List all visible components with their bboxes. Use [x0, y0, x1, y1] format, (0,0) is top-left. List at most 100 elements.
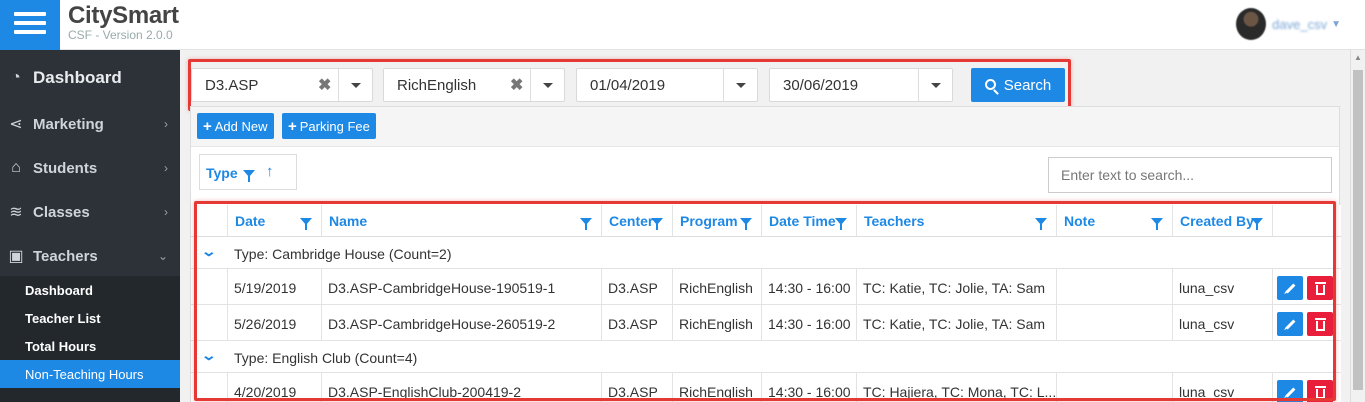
app-version: CSF - Version 2.0.0 [68, 28, 173, 42]
filter-icon[interactable] [1035, 218, 1047, 230]
trash-icon [1314, 385, 1326, 399]
sidebar-item-students[interactable]: ⌂ Students › [0, 146, 180, 190]
edit-button[interactable] [1277, 312, 1303, 336]
filter-icon[interactable] [1251, 218, 1263, 230]
from-date-picker[interactable]: 01/04/2019 [576, 68, 758, 102]
graduation-cap-icon: ⌂ [11, 159, 21, 176]
sidebar-item-marketing[interactable]: ⋖ Marketing › [0, 102, 180, 146]
sidebar: ◔ Dashboard ⋖ Marketing › ⌂ Students › ≋… [0, 50, 180, 402]
sidebar-item-dashboard[interactable]: ◔ Dashboard [0, 56, 180, 100]
cell-teachers: TC: Katie, TC: Jolie, TA: Sam [856, 305, 1056, 341]
cell-program: RichEnglish [672, 269, 761, 305]
avatar[interactable] [1236, 8, 1267, 40]
filter-icon[interactable] [835, 218, 847, 230]
hamburger-line [14, 21, 46, 25]
clear-icon[interactable]: ✖ [318, 75, 331, 95]
filter-icon[interactable] [300, 218, 312, 230]
user-menu[interactable]: dave_csv ▼ [1236, 8, 1341, 40]
trash-icon [1314, 317, 1326, 331]
column-header-note[interactable]: Note [1056, 205, 1172, 237]
dropdown-toggle[interactable] [530, 69, 564, 101]
to-date-value: 30/06/2019 [783, 77, 859, 94]
chevron-down-icon[interactable]: ▼ [1331, 19, 1341, 30]
program-select-value: RichEnglish [397, 77, 477, 94]
group-by-panel[interactable]: Type ↑ [199, 154, 297, 190]
table-row[interactable]: 5/26/2019 D3.ASP-CambridgeHouse-260519-2… [191, 305, 1341, 341]
group-label: Type: Cambridge House (Count=2) [234, 246, 452, 262]
sidebar-item-label: Dashboard [33, 68, 122, 87]
filter-icon[interactable] [243, 170, 255, 182]
hamburger-menu-button[interactable] [0, 0, 60, 50]
from-date-value: 01/04/2019 [590, 77, 666, 94]
column-header-datetime[interactable]: Date Time [761, 205, 856, 237]
filter-icon[interactable] [740, 218, 752, 230]
submenu-item-teacher-list[interactable]: Teacher List [0, 304, 180, 332]
pencil-icon [1285, 319, 1295, 329]
column-header-program[interactable]: Program [672, 205, 761, 237]
group-row[interactable]: ⌄ Type: English Club (Count=4) [191, 341, 1341, 373]
plus-icon: + [203, 117, 212, 135]
dropdown-toggle[interactable] [918, 69, 952, 101]
delete-button[interactable] [1307, 380, 1333, 402]
filter-icon[interactable] [1151, 218, 1163, 230]
column-header-teachers[interactable]: Teachers [856, 205, 1056, 237]
chevron-down-icon[interactable]: ⌄ [201, 243, 217, 260]
chevron-right-icon: › [164, 205, 168, 219]
column-header-label: Note [1064, 213, 1096, 229]
table-row[interactable]: 5/19/2019 D3.ASP-CambridgeHouse-190519-1… [191, 269, 1341, 305]
scrollbar-thumb[interactable] [1353, 70, 1363, 390]
column-header-name[interactable]: Name [321, 205, 601, 237]
grid-search[interactable] [1048, 157, 1332, 193]
submenu-item-dashboard[interactable]: Dashboard [0, 276, 180, 304]
sidebar-item-teachers[interactable]: ▣ Teachers ⌄ [0, 234, 180, 278]
cell-note [1056, 269, 1172, 305]
scroll-up-arrow-icon[interactable]: ▲ [1354, 53, 1362, 62]
cell-created-by: luna_csv [1172, 269, 1272, 305]
delete-button[interactable] [1307, 276, 1333, 300]
center-select[interactable]: D3.ASP ✖ [191, 68, 373, 102]
cell-created-by: luna_csv [1172, 305, 1272, 341]
cell-name: D3.ASP-EnglishClub-200419-2 [321, 373, 601, 402]
main-content: D3.ASP ✖ RichEnglish ✖ 01/04/2019 30/06/… [180, 50, 1350, 402]
dropdown-toggle[interactable] [723, 69, 757, 101]
grid-toolbar: + Add New + Parking Fee [191, 107, 1339, 147]
add-new-button[interactable]: + Add New [197, 113, 274, 139]
search-input[interactable] [1049, 158, 1331, 192]
chevron-right-icon: › [164, 161, 168, 175]
vertical-scrollbar[interactable]: ▲ [1350, 50, 1365, 402]
column-header-actions [1272, 205, 1341, 237]
filter-bar: D3.ASP ✖ RichEnglish ✖ 01/04/2019 30/06/… [188, 56, 1071, 111]
cell-datetime: 14:30 - 16:00 [761, 373, 856, 402]
cell-note [1056, 305, 1172, 341]
submenu-item-total-hours[interactable]: Total Hours [0, 332, 180, 360]
submenu-item-non-teaching-hours[interactable]: Non-Teaching Hours [0, 360, 180, 388]
filter-icon[interactable] [651, 218, 663, 230]
column-header-date[interactable]: Date [227, 205, 321, 237]
dropdown-toggle[interactable] [338, 69, 372, 101]
sort-ascending-icon[interactable]: ↑ [266, 163, 274, 180]
search-button-label: Search [1003, 76, 1052, 94]
clear-icon[interactable]: ✖ [510, 75, 523, 95]
username[interactable]: dave_csv [1272, 17, 1327, 32]
chevron-down-icon[interactable]: ⌄ [201, 347, 217, 364]
pencil-icon [1285, 283, 1295, 293]
column-header-center[interactable]: Center [601, 205, 672, 237]
table-row[interactable]: 4/20/2019 D3.ASP-EnglishClub-200419-2 D3… [191, 373, 1341, 402]
to-date-picker[interactable]: 30/06/2019 [769, 68, 953, 102]
group-by-type[interactable]: Type [206, 165, 238, 181]
filter-icon[interactable] [580, 218, 592, 230]
edit-button[interactable] [1277, 276, 1303, 300]
program-select[interactable]: RichEnglish ✖ [383, 68, 565, 102]
search-button[interactable]: Search [971, 68, 1065, 102]
cell-created-by: luna_csv [1172, 373, 1272, 402]
parking-fee-button[interactable]: + Parking Fee [282, 113, 376, 139]
column-header-label: Date [235, 213, 266, 229]
column-header-created-by[interactable]: Created By [1172, 205, 1272, 237]
delete-button[interactable] [1307, 312, 1333, 336]
column-header-label: Name [329, 213, 368, 229]
group-row[interactable]: ⌄ Type: Cambridge House (Count=2) [191, 237, 1341, 269]
add-new-label: Add New [214, 118, 268, 134]
sidebar-item-classes[interactable]: ≋ Classes › [0, 190, 180, 234]
edit-button[interactable] [1277, 380, 1303, 402]
cell-datetime: 14:30 - 16:00 [761, 269, 856, 305]
